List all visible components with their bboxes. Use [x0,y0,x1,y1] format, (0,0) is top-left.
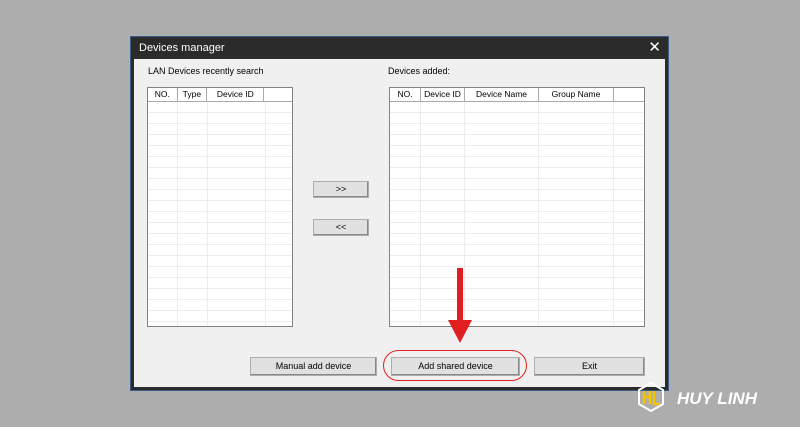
devices-added-label: Devices added: [388,66,451,76]
close-icon[interactable]: ✕ [648,38,661,56]
add-to-list-button[interactable]: >> [313,181,369,198]
exit-button[interactable]: Exit [534,357,645,376]
manual-add-device-button[interactable]: Manual add device [250,357,377,376]
column-header-blank [614,88,644,101]
column-header-device-name[interactable]: Device Name [465,88,539,101]
column-header-no[interactable]: NO. [148,88,178,101]
column-header-type[interactable]: Type [178,88,208,101]
brand-watermark: HUY LINH [677,389,757,408]
table-rows [390,102,644,326]
lan-devices-label: LAN Devices recently search [148,66,264,76]
column-header-device-id[interactable]: Device ID [207,88,265,101]
column-header-blank [264,88,292,101]
huy-linh-logo-icon [638,382,664,412]
window-title: Devices manager [139,42,225,54]
devices-added-table[interactable]: NO. Device ID Device Name Group Name [389,87,645,327]
column-header-no[interactable]: NO. [390,88,421,101]
table-rows [148,102,292,326]
red-arrow-icon [448,268,472,343]
column-header-group-name[interactable]: Group Name [539,88,614,101]
remove-from-list-button[interactable]: << [313,219,369,236]
highlight-oval [383,350,527,381]
column-header-device-id[interactable]: Device ID [421,88,465,101]
lan-devices-table[interactable]: NO. Type Device ID [147,87,293,327]
